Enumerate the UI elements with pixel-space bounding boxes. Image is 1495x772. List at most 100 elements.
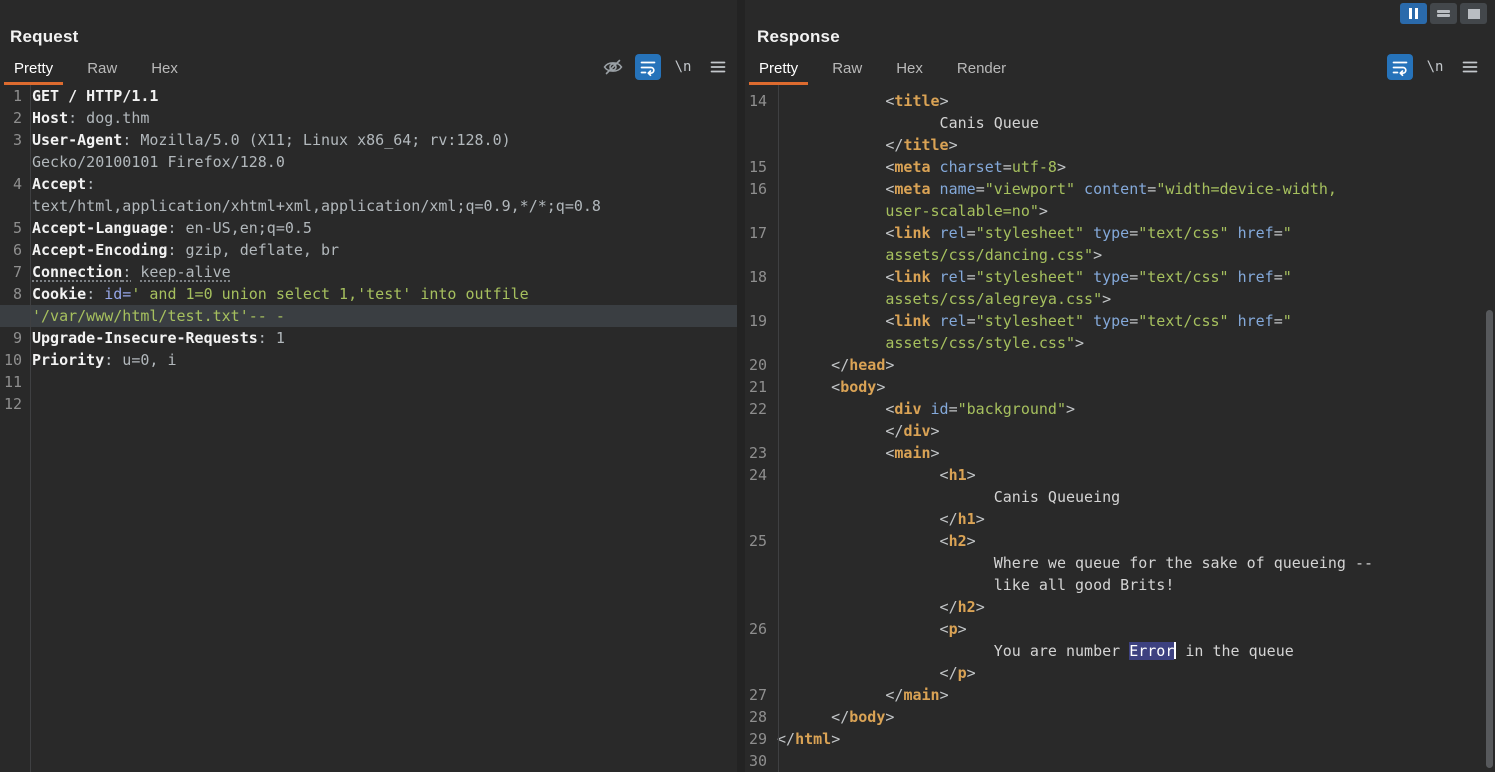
hide-content-button[interactable] <box>600 54 626 80</box>
code-segment: meta <box>894 180 931 198</box>
code-row[interactable]: 21 <body> <box>745 376 1495 398</box>
code-row[interactable]: 23 <main> <box>745 442 1495 464</box>
code-row[interactable]: 6 Accept-Encoding: gzip, deflate, br <box>0 239 737 261</box>
code-row[interactable]: 28 </body> <box>745 706 1495 728</box>
code-segment: "text/css" <box>1138 268 1229 286</box>
tab-pretty[interactable]: Pretty <box>749 57 809 85</box>
code-segment: > <box>939 92 949 110</box>
response-menu-button[interactable] <box>1457 54 1483 80</box>
code-segment: main <box>894 444 931 462</box>
tab-pretty[interactable]: Pretty <box>4 57 64 85</box>
code-line: Upgrade-Insecure-Requests: 1 <box>26 327 737 349</box>
code-line: <link rel="stylesheet" type="text/css" h… <box>771 222 1495 244</box>
layout-rows-button[interactable] <box>1430 3 1457 24</box>
tab-hex[interactable]: Hex <box>141 57 188 85</box>
code-segment: href <box>1228 224 1274 242</box>
code-row[interactable]: 7 Connection: keep-alive <box>0 261 737 283</box>
code-row[interactable]: 19 <link rel="stylesheet" type="text/css… <box>745 310 1495 332</box>
tab-hex[interactable]: Hex <box>886 57 933 85</box>
code-segment: = <box>1273 224 1283 242</box>
code-row[interactable]: 30 <box>745 750 1495 772</box>
tab-raw[interactable]: Raw <box>77 57 127 85</box>
code-row[interactable]: 20 </head> <box>745 354 1495 376</box>
code-row[interactable]: assets/css/style.css"> <box>745 332 1495 354</box>
code-row[interactable]: 17 <link rel="stylesheet" type="text/css… <box>745 222 1495 244</box>
tab-raw[interactable]: Raw <box>822 57 872 85</box>
code-row[interactable]: Canis Queueing <box>745 486 1495 508</box>
code-row[interactable]: 24 <h1> <box>745 464 1495 486</box>
wrap-text-button[interactable] <box>635 54 661 80</box>
code-row[interactable]: 4 Accept: <box>0 173 737 195</box>
code-row[interactable]: </h2> <box>745 596 1495 618</box>
layout-button-group <box>1400 3 1487 24</box>
code-segment: "stylesheet" <box>975 268 1085 286</box>
code-row[interactable]: </title> <box>745 134 1495 156</box>
code-segment: = <box>1129 224 1139 242</box>
code-row[interactable]: Canis Queue <box>745 112 1495 134</box>
newline-toggle-button[interactable]: \n <box>1422 54 1448 80</box>
response-scrollbar-thumb[interactable] <box>1486 310 1493 768</box>
code-line: </body> <box>771 706 1495 728</box>
line-number <box>745 112 771 134</box>
code-row[interactable]: 11 <box>0 371 737 393</box>
code-segment: : u=0, i <box>104 351 177 369</box>
code-row[interactable]: 27 </main> <box>745 684 1495 706</box>
code-row[interactable]: </h1> <box>745 508 1495 530</box>
code-row[interactable]: Gecko/20100101 Firefox/128.0 <box>0 151 737 173</box>
panel-divider[interactable] <box>737 0 745 772</box>
code-row[interactable]: user-scalable=no"> <box>745 200 1495 222</box>
code-line: <h2> <box>771 530 1495 552</box>
layout-single-button[interactable] <box>1460 3 1487 24</box>
code-row[interactable]: assets/css/alegreya.css"> <box>745 288 1495 310</box>
code-segment: > <box>1093 246 1103 264</box>
code-row[interactable]: '/var/www/html/test.txt'-- - <box>0 305 737 327</box>
code-segment: meta <box>894 158 931 176</box>
code-row[interactable]: 18 <link rel="stylesheet" type="text/css… <box>745 266 1495 288</box>
code-row[interactable]: 25 <h2> <box>745 530 1495 552</box>
code-line: '/var/www/html/test.txt'-- - <box>26 305 737 327</box>
code-segment: = <box>1129 312 1139 330</box>
code-row[interactable]: like all good Brits! <box>745 574 1495 596</box>
code-row[interactable]: assets/css/dancing.css"> <box>745 244 1495 266</box>
code-row[interactable]: 8 Cookie: id=' and 1=0 union select 1,'te… <box>0 283 737 305</box>
code-segment: < <box>777 180 895 198</box>
code-row[interactable]: 5 Accept-Language: en-US,en;q=0.5 <box>0 217 737 239</box>
tab-render[interactable]: Render <box>947 57 1016 85</box>
line-number: 20 <box>748 356 767 374</box>
code-row[interactable]: You are number Error in the queue <box>745 640 1495 662</box>
line-number <box>745 640 771 662</box>
code-row[interactable]: 10 Priority: u=0, i <box>0 349 737 371</box>
layout-columns-button[interactable] <box>1400 3 1427 24</box>
code-row[interactable]: 3 User-Agent: Mozilla/5.0 (X11; Linux x86… <box>0 129 737 151</box>
code-segment: : dog.thm <box>68 109 150 127</box>
newline-toggle-button[interactable]: \n <box>670 54 696 80</box>
request-editor[interactable]: 1 GET / HTTP/1.1 2 Host: dog.thm 3 User-Agent… <box>0 85 737 772</box>
code-row[interactable]: 26 <p> <box>745 618 1495 640</box>
request-tab-bar: Pretty Raw Hex <box>4 57 202 85</box>
code-row[interactable]: 2 Host: dog.thm <box>0 107 737 129</box>
code-row[interactable]: </div> <box>745 420 1495 442</box>
code-segment: = <box>975 180 985 198</box>
code-row[interactable]: </p> <box>745 662 1495 684</box>
code-segment: < <box>777 532 949 550</box>
code-row[interactable]: 16 <meta name="viewport" content="width=… <box>745 178 1495 200</box>
code-row[interactable]: 29 </html> <box>745 728 1495 750</box>
code-segment: html <box>795 730 832 748</box>
response-editor[interactable]: 13 <head>14 <title> Canis Queue </title>… <box>745 85 1495 772</box>
code-segment: content <box>1075 180 1148 198</box>
code-line: assets/css/alegreya.css"> <box>771 288 1495 310</box>
request-gutter-border <box>30 85 31 772</box>
code-segment: : <box>86 285 96 303</box>
code-row[interactable]: 1 GET / HTTP/1.1 <box>0 85 737 107</box>
code-row[interactable]: 14 <title> <box>745 90 1495 112</box>
code-row[interactable]: 15 <meta charset=utf-8> <box>745 156 1495 178</box>
code-row[interactable]: 22 <div id="background"> <box>745 398 1495 420</box>
code-segment: > <box>1075 334 1085 352</box>
code-row[interactable]: 9 Upgrade-Insecure-Requests: 1 <box>0 327 737 349</box>
request-menu-button[interactable] <box>705 54 731 80</box>
code-row[interactable]: text/html,application/xhtml+xml,applicat… <box>0 195 737 217</box>
wrap-text-button[interactable] <box>1387 54 1413 80</box>
code-row[interactable]: 12 <box>0 393 737 415</box>
code-segment: h1 <box>948 466 967 484</box>
code-row[interactable]: Where we queue for the sake of queueing … <box>745 552 1495 574</box>
